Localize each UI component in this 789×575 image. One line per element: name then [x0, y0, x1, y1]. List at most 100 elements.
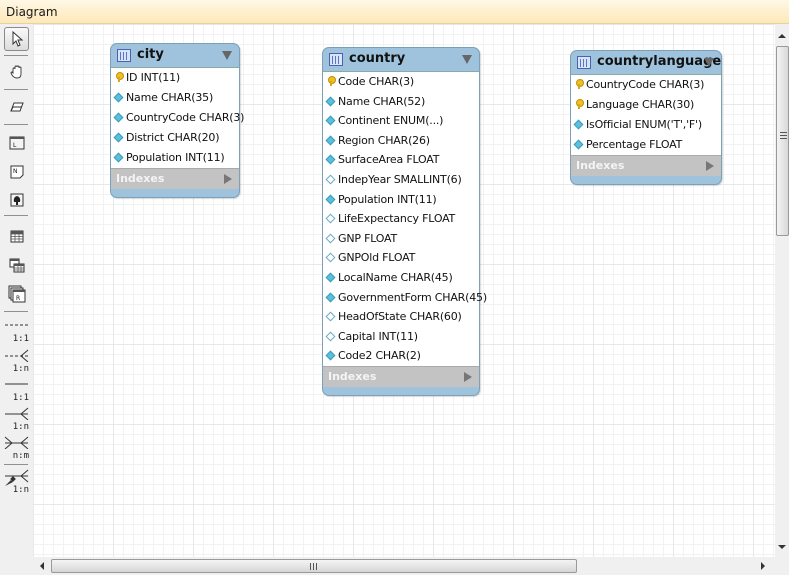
table-countrylanguage[interactable]: countrylanguage CountryCode CHAR(3) Lang…	[570, 50, 722, 185]
pointer-tool[interactable]	[4, 27, 29, 51]
eraser-icon	[9, 102, 24, 112]
column-row[interactable]: Language CHAR(30)	[571, 95, 721, 115]
view-tool[interactable]	[4, 253, 29, 277]
relationship-tool-n-m[interactable]: n:m	[3, 435, 30, 461]
note-tool[interactable]: N	[4, 160, 29, 184]
grip-icon	[310, 563, 317, 570]
column-row[interactable]: SurfaceArea FLOAT	[323, 150, 479, 170]
diagram-canvas[interactable]: city ID INT(11) Name CHAR(35) CountryCod…	[33, 24, 775, 557]
column-text: IndepYear SMALLINT(6)	[338, 172, 462, 186]
vertical-scrollbar[interactable]	[775, 24, 789, 557]
column-row[interactable]: IsOfficial ENUM('T','F')	[571, 115, 721, 135]
column-text: Percentage FLOAT	[586, 138, 683, 151]
solid-line-icon	[5, 383, 28, 385]
column-row[interactable]: GNP FLOAT	[323, 229, 479, 249]
dashed-crowfoot-icon	[5, 349, 29, 362]
column-text: CountryCode CHAR(3)	[126, 111, 245, 124]
expand-arrow-icon[interactable]	[706, 161, 714, 171]
table-header[interactable]: city	[111, 44, 239, 67]
column-row[interactable]: CountryCode CHAR(3)	[111, 108, 244, 128]
column-text: Name CHAR(52)	[338, 94, 426, 108]
not-null-column-icon	[113, 92, 124, 103]
relationship-tool-existing-columns[interactable]: 1:n	[3, 469, 30, 495]
column-row[interactable]: GovernmentForm CHAR(45)	[323, 288, 487, 308]
relationship-label: 1:n	[12, 485, 29, 495]
collapse-arrow-icon[interactable]	[704, 58, 714, 67]
table-city[interactable]: city ID INT(11) Name CHAR(35) CountryCod…	[110, 43, 244, 198]
image-tool[interactable]	[4, 188, 29, 212]
column-row[interactable]: HeadOfState CHAR(60)	[323, 307, 479, 327]
column-text: Continent ENUM(...)	[338, 114, 444, 128]
column-row[interactable]: District CHAR(20)	[111, 128, 239, 148]
not-null-column-icon	[325, 154, 336, 165]
horizontal-scrollbar[interactable]	[33, 557, 775, 575]
nullable-column-icon	[325, 213, 336, 224]
column-row[interactable]: Capital INT(11)	[323, 327, 479, 347]
relationship-label: 1:n	[12, 422, 29, 432]
relationship-tool-identifying-1-1[interactable]: 1:1	[3, 377, 30, 403]
indexes-section[interactable]: Indexes	[571, 156, 721, 176]
column-row[interactable]: LocalName CHAR(45)	[323, 268, 479, 288]
collapse-arrow-icon[interactable]	[222, 51, 232, 60]
indexes-section[interactable]: Indexes	[111, 169, 239, 189]
relationship-tool-non-identifying-1-1[interactable]: 1:1	[3, 318, 30, 344]
column-row[interactable]: Population INT(11)	[111, 148, 239, 168]
column-text: GNPOld FLOAT	[338, 251, 416, 265]
table-icon	[117, 49, 131, 62]
svg-text:R: R	[16, 295, 20, 302]
column-row[interactable]: Code CHAR(3)	[323, 72, 479, 92]
column-row[interactable]: Continent ENUM(...)	[323, 111, 479, 131]
table-icon	[577, 56, 591, 69]
scroll-right-arrow-icon[interactable]	[761, 562, 765, 570]
scrollbar-corner	[775, 557, 789, 575]
diagram-title: Diagram	[6, 5, 58, 19]
column-text: District CHAR(20)	[126, 131, 220, 144]
table-name: country	[349, 51, 406, 66]
solid-crowfoot-icon	[5, 407, 29, 420]
table-tool[interactable]	[4, 224, 29, 248]
column-text: Population INT(11)	[126, 151, 225, 164]
column-row[interactable]: ID INT(11)	[111, 68, 239, 88]
collapse-arrow-icon[interactable]	[462, 55, 472, 64]
table-footer	[571, 176, 721, 184]
table-header[interactable]: countrylanguage	[571, 51, 721, 74]
column-row[interactable]: Population INT(11)	[323, 190, 479, 210]
many-to-many-icon	[4, 436, 29, 449]
hand-tool[interactable]	[4, 60, 29, 84]
not-null-column-icon	[325, 135, 336, 146]
table-name: city	[137, 47, 164, 62]
scroll-down-arrow-icon[interactable]	[778, 545, 786, 549]
scroll-up-arrow-icon[interactable]	[778, 34, 786, 38]
relationship-tool-non-identifying-1-n[interactable]: 1:n	[3, 348, 30, 374]
vertical-scroll-thumb[interactable]	[776, 46, 789, 236]
column-text: Language CHAR(30)	[586, 98, 695, 111]
column-row[interactable]: Region CHAR(26)	[323, 131, 479, 151]
not-null-column-icon	[113, 112, 124, 123]
routine-group-tool[interactable]: R	[4, 282, 29, 306]
scroll-left-arrow-icon[interactable]	[40, 562, 44, 570]
column-row[interactable]: Percentage FLOAT	[571, 135, 721, 155]
horizontal-scroll-thumb[interactable]	[51, 559, 577, 573]
table-footer	[323, 387, 479, 395]
column-row[interactable]: Name CHAR(52)	[323, 92, 479, 112]
table-country[interactable]: country Code CHAR(3) Name CHAR(52) Conti…	[322, 47, 487, 396]
expand-arrow-icon[interactable]	[464, 371, 472, 382]
column-text: Name CHAR(35)	[126, 91, 214, 104]
column-row[interactable]: Name CHAR(35)	[111, 88, 239, 108]
not-null-column-icon	[325, 96, 336, 107]
column-row[interactable]: CountryCode CHAR(3)	[571, 75, 721, 95]
expand-arrow-icon[interactable]	[224, 174, 232, 184]
column-row[interactable]: GNPOld FLOAT	[323, 248, 479, 268]
layer-tool[interactable]: L	[4, 131, 29, 155]
indexes-section[interactable]: Indexes	[323, 366, 479, 387]
column-row[interactable]: LifeExpectancy FLOAT	[323, 209, 479, 229]
column-row[interactable]: IndepYear SMALLINT(6)	[323, 170, 479, 190]
relationship-tool-identifying-1-n[interactable]: 1:n	[3, 406, 30, 432]
nullable-column-icon	[325, 174, 336, 185]
eraser-tool[interactable]	[4, 95, 29, 119]
column-text: IsOfficial ENUM('T','F')	[586, 118, 702, 131]
column-row[interactable]: Code2 CHAR(2)	[323, 346, 479, 366]
table-header[interactable]: country	[323, 48, 479, 71]
relationship-label: 1:n	[12, 364, 29, 374]
nullable-column-icon	[325, 331, 336, 342]
